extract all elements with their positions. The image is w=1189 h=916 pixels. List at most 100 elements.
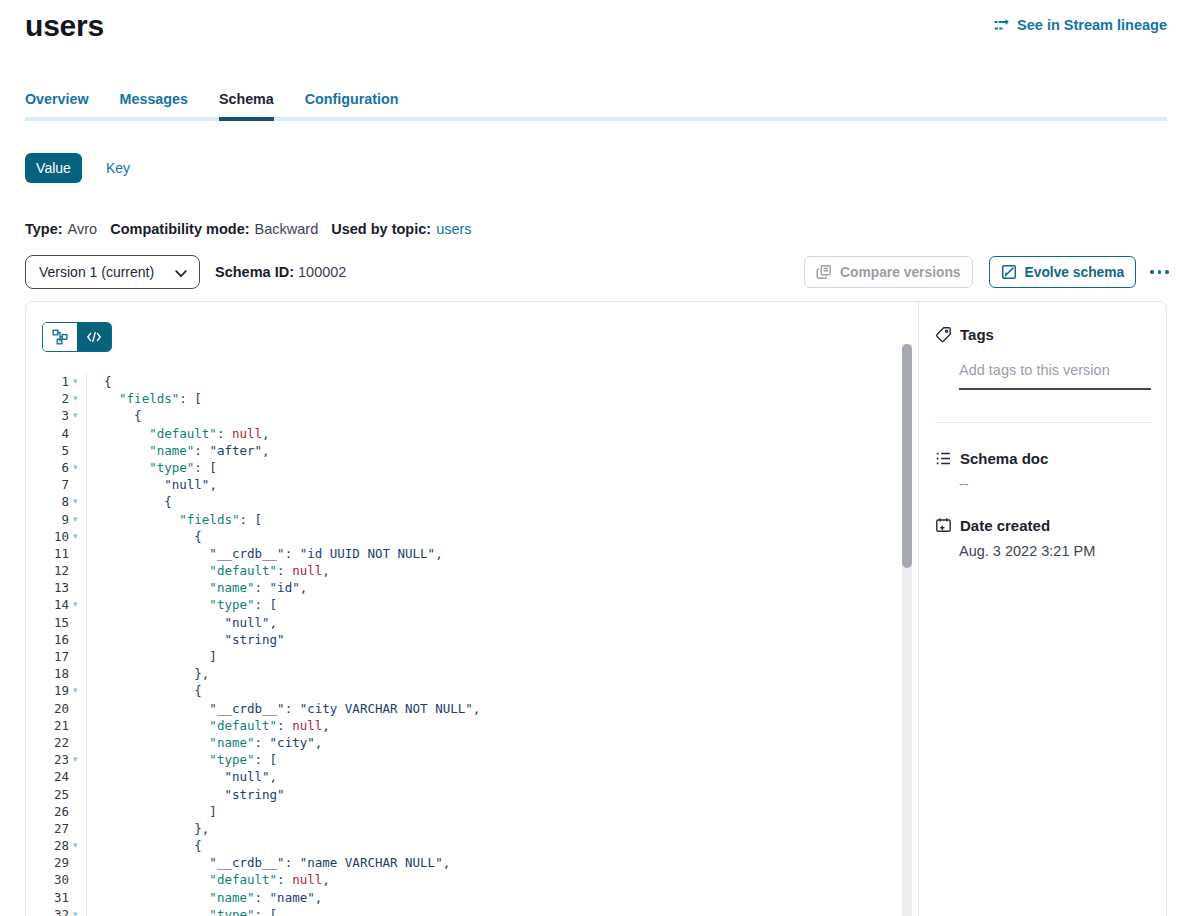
code-text: { (86, 373, 918, 390)
code-line: 18 }, (26, 665, 918, 682)
code-text: "null", (86, 476, 918, 493)
code-text: "type": [ (86, 596, 918, 613)
code-text: { (86, 493, 918, 510)
code-text: ] (86, 803, 918, 820)
line-number: 12 (26, 562, 69, 579)
code-text: "default": null, (86, 562, 918, 579)
code-text: "type": [ (86, 459, 918, 476)
tab-messages[interactable]: Messages (120, 91, 188, 117)
page-title: users (25, 9, 104, 42)
tags-input[interactable]: Add tags to this version (959, 361, 1151, 390)
fold-toggle-icon[interactable]: ▾ (69, 459, 86, 476)
code-line: 16 "string" (26, 631, 918, 648)
view-toggle (42, 322, 112, 352)
code-line: 1▾{ (26, 373, 918, 390)
code-text: { (86, 837, 918, 854)
code-text: ] (86, 648, 918, 665)
line-number: 17 (26, 648, 69, 665)
fold-toggle-icon[interactable]: ▾ (69, 906, 86, 916)
scrollbar-thumb[interactable] (902, 344, 912, 568)
line-number: 7 (26, 476, 69, 493)
fold-spacer (69, 442, 86, 459)
line-number: 26 (26, 803, 69, 820)
tab-schema[interactable]: Schema (219, 91, 274, 117)
tree-view-icon (52, 329, 68, 345)
fold-toggle-icon[interactable]: ▾ (69, 751, 86, 768)
code-line: 27 }, (26, 820, 918, 837)
fold-spacer (69, 786, 86, 803)
date-created-value: Aug. 3 2022 3:21 PM (959, 543, 1151, 559)
fold-spacer (69, 717, 86, 734)
code-text: "name": "name", (86, 889, 918, 906)
fold-spacer (69, 871, 86, 888)
fold-spacer (69, 648, 86, 665)
code-view-button[interactable] (77, 323, 111, 351)
code-text: "fields": [ (86, 511, 918, 528)
line-number: 14 (26, 596, 69, 613)
code-text: "default": null, (86, 425, 918, 442)
fold-toggle-icon[interactable]: ▾ (69, 528, 86, 545)
more-options-button[interactable] (1150, 256, 1169, 288)
see-in-stream-lineage-link[interactable]: See in Stream lineage (994, 17, 1167, 33)
fold-toggle-icon[interactable]: ▾ (69, 373, 86, 390)
fold-toggle-icon[interactable]: ▾ (69, 511, 86, 528)
chevron-down-icon (175, 270, 187, 278)
fold-toggle-icon[interactable]: ▾ (69, 837, 86, 854)
version-select[interactable]: Version 1 (current) (25, 255, 200, 289)
fold-toggle-icon[interactable]: ▾ (69, 682, 86, 699)
line-number: 1 (26, 373, 69, 390)
line-number: 30 (26, 871, 69, 888)
fold-toggle-icon[interactable]: ▾ (69, 390, 86, 407)
topic-link[interactable]: users (436, 221, 471, 237)
sidebar-divider (935, 422, 1151, 423)
fold-spacer (69, 734, 86, 751)
date-created-icon (935, 517, 952, 534)
fold-toggle-icon[interactable]: ▾ (69, 493, 86, 510)
line-number: 21 (26, 717, 69, 734)
line-number: 15 (26, 614, 69, 631)
used-by-topic-label: Used by topic: (331, 221, 431, 237)
code-text: "name": "city", (86, 734, 918, 751)
line-number: 20 (26, 700, 69, 717)
schema-meta-row: Type:Avro Compatibility mode:Backward Us… (25, 221, 1167, 237)
value-tab-button[interactable]: Value (25, 153, 82, 183)
fold-spacer (69, 820, 86, 837)
code-line: 3▾ { (26, 407, 918, 424)
tree-view-button[interactable] (43, 323, 77, 351)
code-text: "null", (86, 614, 918, 631)
fold-spacer (69, 665, 86, 682)
code-line: 11 "__crdb__": "id UUID NOT NULL", (26, 545, 918, 562)
code-line: 31 "name": "name", (26, 889, 918, 906)
fold-spacer (69, 614, 86, 631)
tags-title: Tags (960, 326, 994, 343)
code-line: 5 "name": "after", (26, 442, 918, 459)
code-text: "string" (86, 631, 918, 648)
schema-doc-icon (935, 450, 952, 467)
fold-spacer (69, 631, 86, 648)
code-text: { (86, 528, 918, 545)
compare-versions-button[interactable]: Compare versions (804, 256, 972, 288)
fold-toggle-icon[interactable]: ▾ (69, 596, 86, 613)
evolve-schema-icon (1001, 264, 1017, 280)
line-number: 32 (26, 906, 69, 916)
fold-spacer (69, 545, 86, 562)
code-text: "fields": [ (86, 390, 918, 407)
code-text: }, (86, 820, 918, 837)
schema-panel: 1▾{2▾ "fields": [3▾ {4 "default": null,5… (25, 301, 1167, 916)
key-tab-button[interactable]: Key (106, 160, 130, 176)
fold-spacer (69, 579, 86, 596)
fold-spacer (69, 768, 86, 785)
line-number: 25 (26, 786, 69, 803)
evolve-schema-button[interactable]: Evolve schema (989, 256, 1137, 288)
code-line: 12 "default": null, (26, 562, 918, 579)
compatibility-label: Compatibility mode: (110, 221, 249, 237)
fold-toggle-icon[interactable]: ▾ (69, 407, 86, 424)
code-editor[interactable]: 1▾{2▾ "fields": [3▾ {4 "default": null,5… (26, 302, 918, 916)
code-text: "__crdb__": "name VARCHAR NULL", (86, 854, 918, 871)
code-line: 15 "null", (26, 614, 918, 631)
line-number: 23 (26, 751, 69, 768)
code-line: 14▾ "type": [ (26, 596, 918, 613)
tab-configuration[interactable]: Configuration (305, 91, 399, 117)
code-line: 29 "__crdb__": "name VARCHAR NULL", (26, 854, 918, 871)
tab-overview[interactable]: Overview (25, 91, 89, 117)
